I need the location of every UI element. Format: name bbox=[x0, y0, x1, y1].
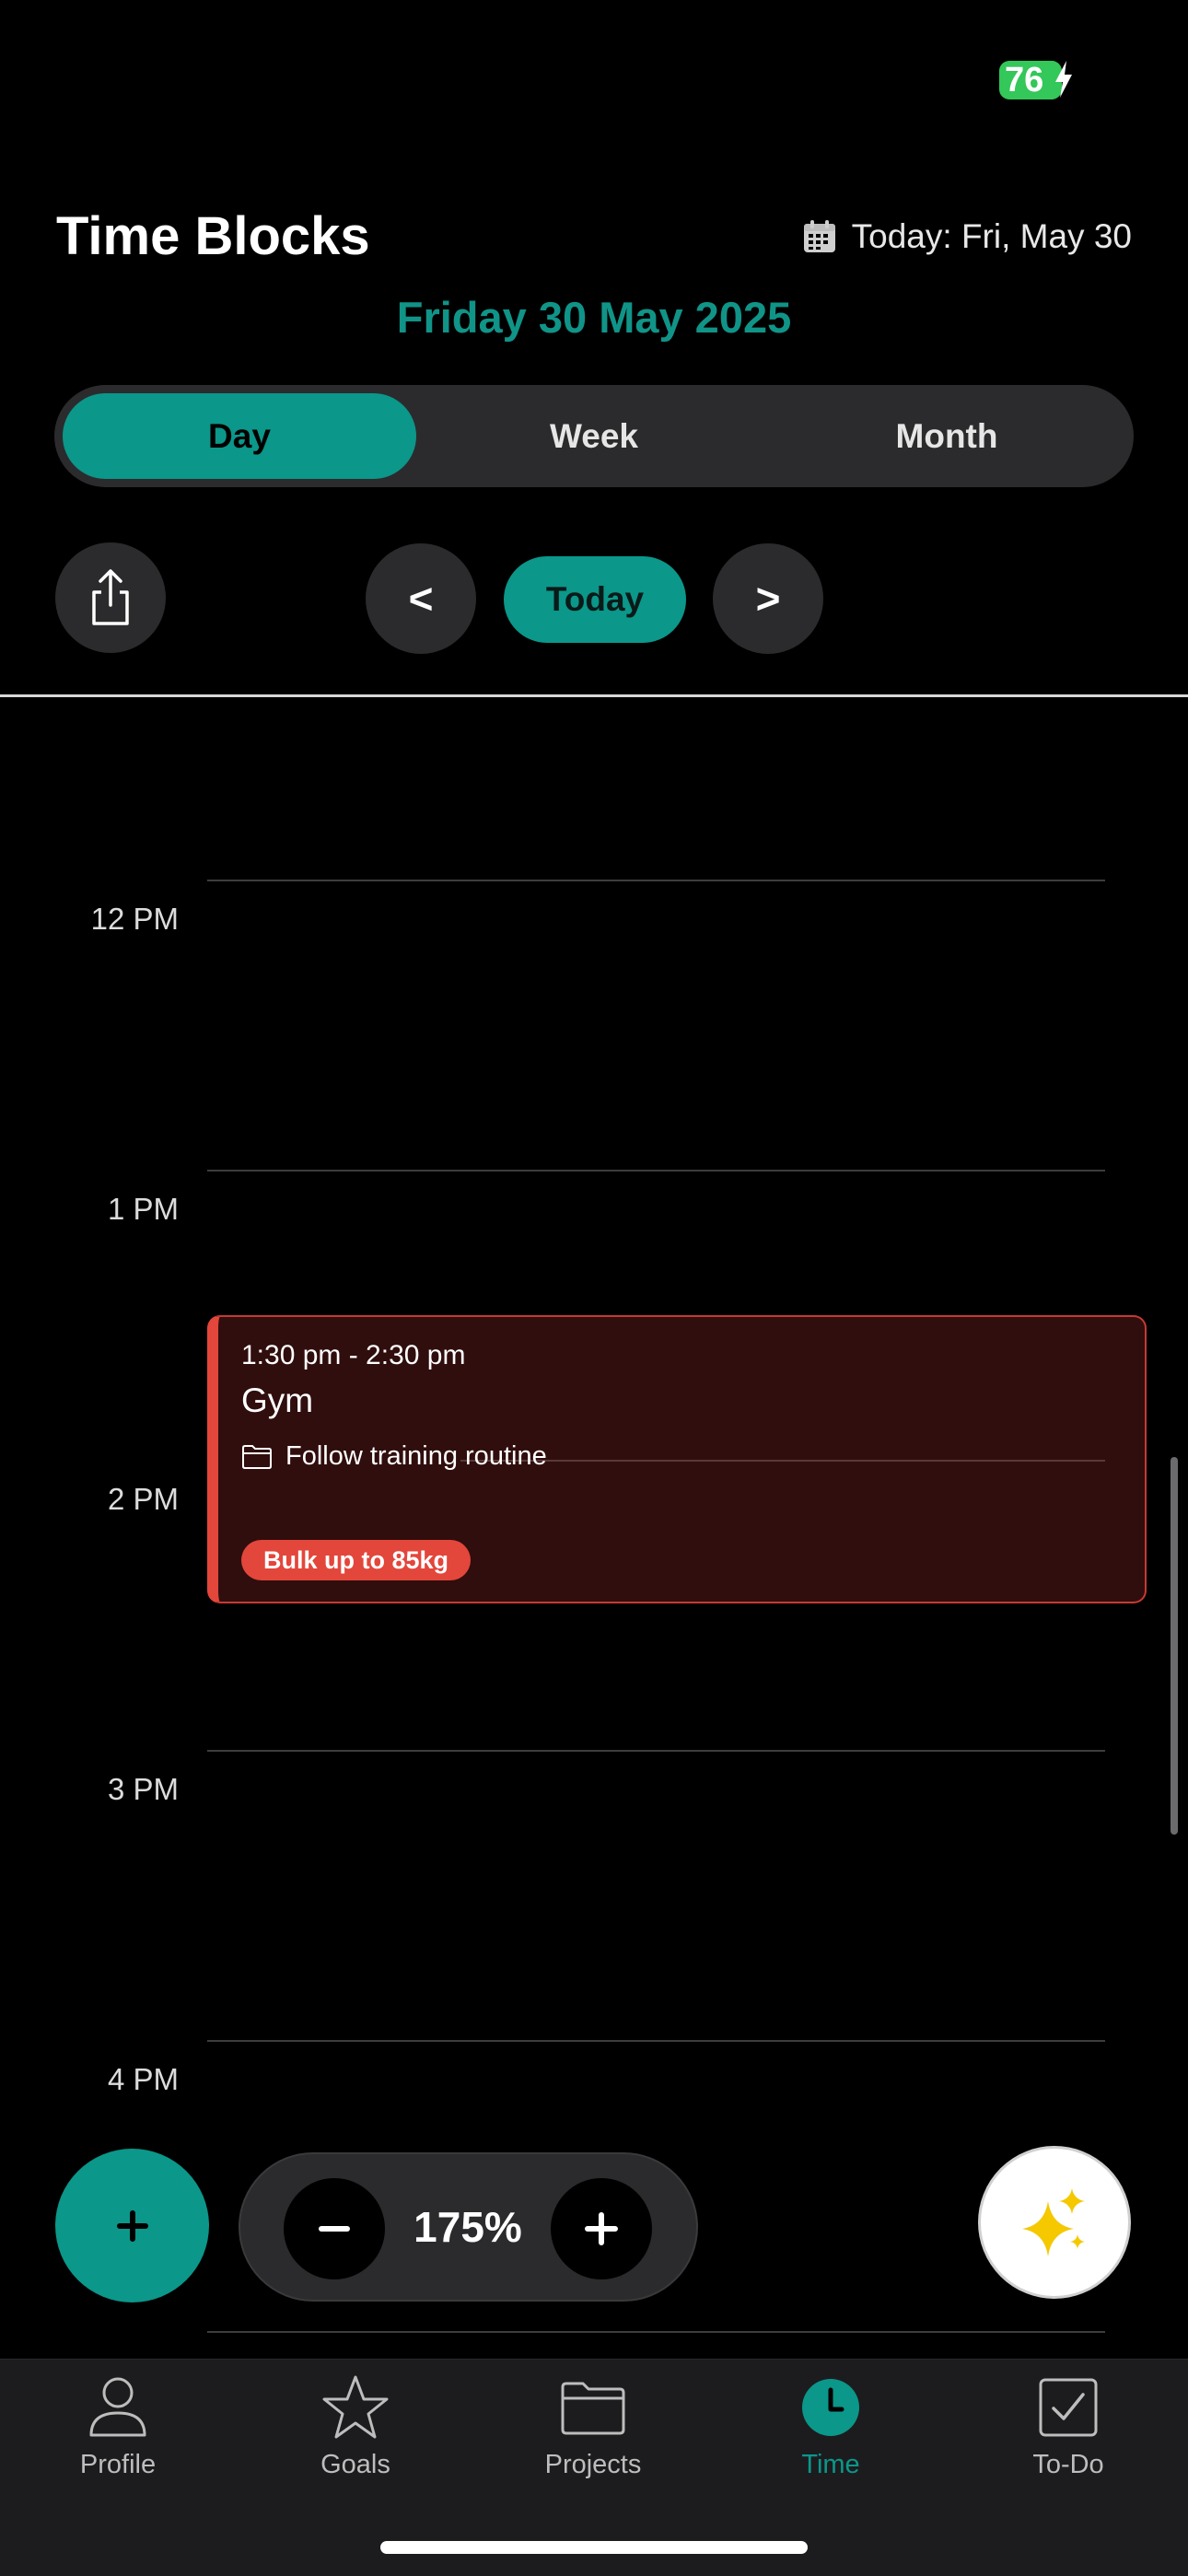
zoom-level: 175% bbox=[413, 2203, 522, 2251]
hour-line bbox=[207, 1750, 1105, 1752]
minus-icon bbox=[319, 2226, 350, 2232]
tab-projects[interactable]: Projects bbox=[501, 2374, 685, 2480]
person-icon bbox=[89, 2377, 146, 2437]
tab-day[interactable]: Day bbox=[63, 393, 416, 479]
hour-line bbox=[207, 2040, 1105, 2042]
event-time-range: 1:30 pm - 2:30 pm bbox=[241, 1340, 466, 1370]
tab-month[interactable]: Month bbox=[770, 393, 1124, 479]
folder-icon bbox=[242, 1444, 272, 1469]
plus-icon bbox=[116, 2209, 148, 2242]
event-description-text: Follow training routine bbox=[285, 1441, 547, 1471]
tab-week[interactable]: Week bbox=[417, 393, 771, 479]
next-day-button[interactable]: > bbox=[713, 543, 823, 654]
hour-line bbox=[207, 1170, 1105, 1171]
ai-assistant-button[interactable] bbox=[978, 2146, 1131, 2299]
calendar-icon bbox=[803, 220, 835, 252]
tab-goals[interactable]: Goals bbox=[263, 2374, 448, 2480]
star-icon bbox=[322, 2375, 389, 2439]
hour-line bbox=[207, 880, 1105, 881]
sparkles-icon bbox=[1022, 2188, 1085, 2256]
hour-line bbox=[207, 2331, 1105, 2333]
tab-profile[interactable]: Profile bbox=[26, 2374, 210, 2480]
tab-todo-label: To-Do bbox=[1032, 2450, 1104, 2479]
hour-label-1pm: 1 PM bbox=[107, 1192, 179, 1226]
battery-level: 76 bbox=[1005, 61, 1044, 99]
folder-icon bbox=[561, 2382, 625, 2435]
timeline-scrollbar[interactable] bbox=[1171, 1457, 1178, 1835]
page-title: Time Blocks bbox=[56, 206, 370, 266]
tab-goals-label: Goals bbox=[320, 2450, 390, 2479]
selected-date-heading: Friday 30 May 2025 bbox=[396, 293, 792, 342]
today-button[interactable]: Today bbox=[504, 556, 686, 643]
today-date-indicator[interactable]: Today: Fri, May 30 bbox=[802, 214, 1132, 260]
event-title: Gym bbox=[241, 1381, 314, 1419]
event-goal-tag[interactable]: Bulk up to 85kg bbox=[241, 1540, 472, 1580]
clock-icon bbox=[802, 2379, 859, 2436]
header-divider bbox=[0, 694, 1188, 697]
previous-day-button[interactable]: < bbox=[366, 543, 476, 654]
today-date-label: Today: Fri, May 30 bbox=[851, 217, 1132, 255]
checkbox-icon bbox=[1039, 2378, 1098, 2437]
hour-label-12pm: 12 PM bbox=[90, 902, 179, 936]
tab-todo[interactable]: To-Do bbox=[976, 2374, 1160, 2480]
tab-time-label: Time bbox=[801, 2450, 860, 2479]
event-description: Follow training routine bbox=[241, 1441, 547, 1472]
hour-label-3pm: 3 PM bbox=[107, 1772, 179, 1806]
add-time-block-button[interactable] bbox=[55, 2149, 209, 2302]
zoom-in-button[interactable] bbox=[551, 2178, 652, 2279]
bolt-icon bbox=[1055, 61, 1072, 98]
hour-label-4pm: 4 PM bbox=[107, 2062, 179, 2096]
home-indicator[interactable] bbox=[380, 2541, 808, 2554]
tab-projects-label: Projects bbox=[544, 2450, 642, 2479]
zoom-out-button[interactable] bbox=[284, 2178, 385, 2279]
tab-profile-label: Profile bbox=[79, 2450, 157, 2479]
share-icon bbox=[92, 569, 129, 625]
tab-time[interactable]: Time bbox=[739, 2374, 923, 2480]
share-button[interactable] bbox=[55, 542, 166, 653]
hour-label-2pm: 2 PM bbox=[107, 1482, 179, 1516]
hour-line bbox=[460, 1460, 1105, 1462]
plus-icon bbox=[585, 2212, 618, 2245]
